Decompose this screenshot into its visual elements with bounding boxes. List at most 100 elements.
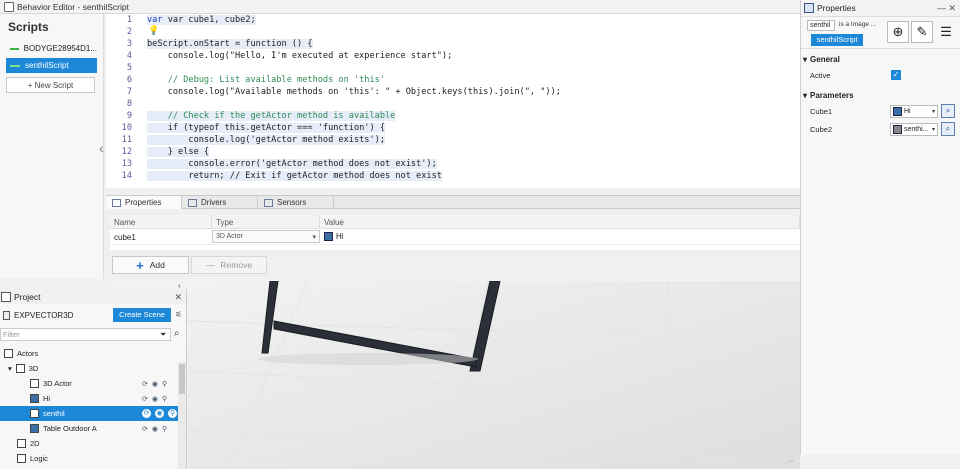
lock-icon[interactable]: ⚲ [162, 395, 167, 403]
active-checkbox[interactable]: ✓ [891, 70, 901, 80]
sync-icon[interactable]: ⟳ [142, 380, 148, 388]
parameters-table: Name Type Value cube1 3D Actor ▾ Hi [110, 215, 800, 250]
column-header-type: Type [212, 215, 320, 228]
object-type-text: is a Image ... [839, 21, 877, 28]
tab-sensors[interactable]: Sensors [258, 196, 334, 209]
window-icon [4, 1, 14, 12]
line-number: 11 [121, 135, 132, 145]
script-status-icon [10, 47, 19, 50]
close-icon[interactable]: ✕ [948, 3, 956, 14]
chevron-down-icon: ▾ [803, 54, 808, 64]
add-button[interactable]: + Add [112, 256, 189, 274]
create-scene-button[interactable]: Create Scene [113, 308, 171, 322]
edit-pencil-icon[interactable]: ✎ [911, 21, 933, 43]
eye-icon[interactable]: ◉ [155, 409, 164, 418]
tree-item-senthil[interactable]: senthil ⟳ ◉ ⚲ [0, 406, 186, 421]
new-script-button[interactable]: + New Script [6, 77, 95, 93]
image-icon [893, 124, 902, 134]
3d-viewport[interactable]: ⋯ [188, 281, 800, 469]
line-number: 4 [126, 51, 132, 61]
picker-icon[interactable]: ⌕ [941, 122, 955, 136]
cube-icon [30, 424, 39, 433]
lock-icon[interactable]: ⚲ [168, 409, 177, 418]
sync-icon[interactable]: ⟳ [142, 409, 151, 418]
filter-bar: Filter ⏷ ⌕ [0, 328, 186, 342]
script-tag[interactable]: senthilScript [811, 34, 863, 46]
code-line: if (typeof this.getActor === 'function')… [147, 123, 385, 133]
tab-drivers[interactable]: Drivers [182, 196, 258, 209]
line-number: 10 [121, 123, 132, 133]
cube1-select[interactable]: Hi ▾ [890, 104, 938, 118]
actor-icon [30, 379, 39, 388]
lock-icon[interactable]: ⚲ [162, 380, 167, 388]
lightbulb-icon[interactable]: 💡 [148, 26, 159, 36]
menu-icon[interactable]: ☰ [935, 21, 957, 43]
param-name[interactable]: cube1 [110, 229, 212, 244]
viewport-scene: ⋯ [188, 281, 800, 469]
project-header: EXPVECTOR3D Create Scene ⚟ [0, 304, 186, 326]
code-line: console.log("Available methods on 'this'… [147, 87, 561, 97]
sync-icon[interactable]: ⟳ [142, 425, 148, 433]
table-row[interactable]: cube1 3D Actor ▾ Hi [110, 229, 800, 245]
sensors-icon [264, 198, 273, 207]
param-row-cube1: Cube1 Hi ▾ ⌕ [801, 102, 960, 120]
sync-icon[interactable]: ⟳ [142, 395, 148, 403]
row-tools: ⟳ ◉ ⚲ [142, 395, 167, 403]
close-icon[interactable]: ✕ [174, 292, 182, 303]
row-tools: ⟳ ◉ ⚲ [142, 409, 177, 418]
chevron-down-icon[interactable]: ▾ [8, 364, 12, 373]
properties-icon [112, 198, 121, 207]
tree-item-hi[interactable]: Hi ⟳ ◉ ⚲ [0, 391, 186, 406]
image-icon [30, 409, 39, 418]
row-tools: ⟳ ◉ ⚲ [142, 380, 167, 388]
remove-button[interactable]: — Remove [191, 256, 267, 274]
code-line: var var cube1, cube2; [147, 15, 256, 25]
scrollbar-thumb[interactable] [179, 364, 185, 394]
param-type-select[interactable]: 3D Actor ▾ [212, 230, 320, 243]
param-value-field[interactable]: Hi [320, 229, 800, 244]
tree-item-3d[interactable]: ▾ 3D [0, 361, 186, 376]
settings-sliders-icon[interactable]: ⚟ [175, 310, 182, 319]
section-general[interactable]: ▾ General [801, 52, 960, 66]
object-name-field[interactable]: senthil [807, 20, 835, 31]
scripts-panel: Scripts BODYGE28954D1... senthilScript +… [0, 14, 104, 279]
code-line: console.log("Hello, I'm executed at expe… [147, 51, 453, 61]
tab-properties[interactable]: Properties [106, 196, 182, 209]
scripts-heading: Scripts [8, 20, 49, 34]
minimize-icon[interactable]: — [937, 3, 946, 13]
cube-icon [30, 394, 39, 403]
tree-item-3d-actor[interactable]: 3D Actor ⟳ ◉ ⚲ [0, 376, 186, 391]
properties-icon [804, 3, 814, 13]
lock-icon[interactable]: ⚲ [162, 425, 167, 433]
script-item-senthilscript[interactable]: senthilScript [6, 58, 97, 73]
dropdown-arrow-icon: ▾ [312, 233, 316, 241]
line-number: 14 [121, 171, 132, 181]
scrollbar[interactable] [178, 362, 186, 469]
properties-header: senthil is a Image ... senthilScript ⊕ ✎… [801, 17, 960, 49]
eye-icon[interactable]: ◉ [152, 425, 158, 433]
eye-icon[interactable]: ◉ [152, 380, 158, 388]
add-behavior-icon[interactable]: ⊕ [887, 21, 909, 43]
search-icon[interactable]: ⌕ [174, 328, 180, 339]
project-name: EXPVECTOR3D [14, 310, 74, 320]
filter-input[interactable]: Filter [0, 328, 171, 341]
eye-icon[interactable]: ◉ [152, 395, 158, 403]
project-title: Project [14, 291, 41, 302]
section-parameters[interactable]: ▾ Parameters [801, 88, 960, 102]
script-status-icon [10, 64, 20, 67]
script-item-body[interactable]: BODYGE28954D1... [6, 41, 97, 56]
funnel-icon[interactable]: ⏷ [160, 330, 166, 340]
cube2-select[interactable]: senthi... ▾ [890, 122, 938, 136]
tree-item-2d[interactable]: 2D [0, 436, 186, 451]
active-row: Active ✓ [801, 66, 960, 84]
drivers-icon [188, 198, 197, 207]
behavior-editor-titlebar: Behavior Editor - senthilScript [0, 0, 800, 14]
picker-icon[interactable]: ⌕ [941, 104, 955, 118]
editor-tabs: Properties Drivers Sensors [106, 195, 800, 209]
tree-item-table-outdoor[interactable]: Table Outdoor A ⟳ ◉ ⚲ [0, 421, 186, 436]
tree-item-logic[interactable]: Logic [0, 451, 186, 466]
code-editor[interactable]: 1 var var cube1, cube2; 2 💡 3 beScript.onS… [106, 14, 800, 188]
tree-item-actors[interactable]: Actors [0, 346, 186, 361]
folder-icon [4, 349, 13, 358]
collapse-left-icon[interactable]: ‹ [99, 140, 104, 156]
